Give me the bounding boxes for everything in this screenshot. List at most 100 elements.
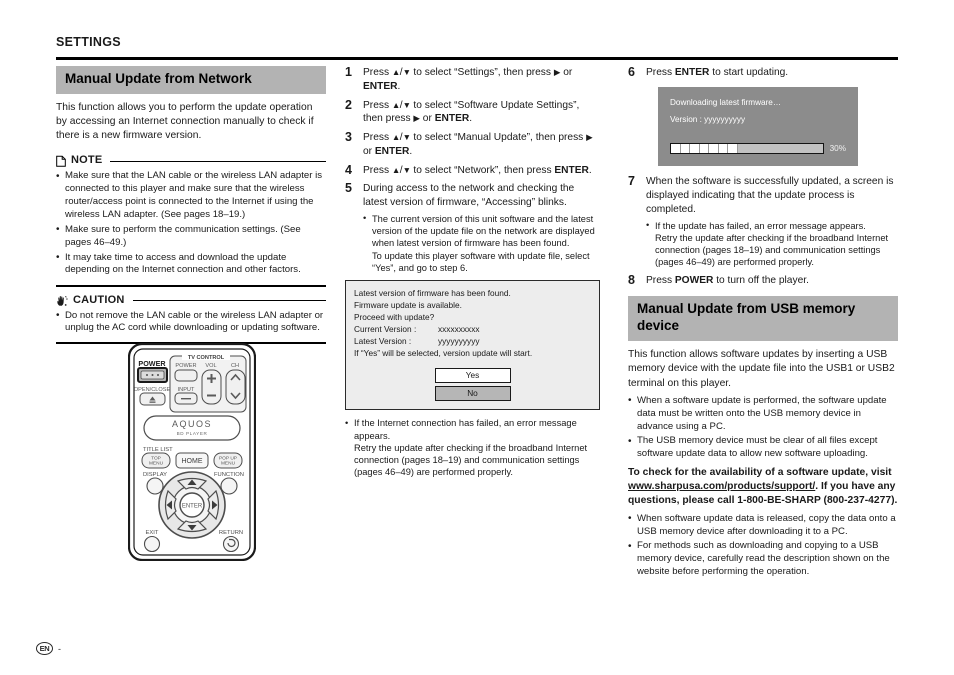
progress-segment (680, 144, 690, 154)
step-text: Press ▲/▼ to select “Software Update Set… (363, 99, 580, 125)
page-title: SETTINGS (56, 35, 121, 49)
sharpusa-support-link[interactable]: www.sharpusa.com/products/support/ (628, 481, 815, 492)
list-item: If the Internet connection has failed, a… (345, 417, 600, 478)
svg-text:TITLE LIST: TITLE LIST (143, 447, 173, 453)
downloading-firmware-dialog: Downloading latest firmware… Version : y… (658, 86, 858, 167)
step-text: Press ▲/▼ to select “Network”, then pres… (363, 164, 592, 176)
caution-label: CAUTION (73, 293, 125, 306)
note-header: NOTE (56, 154, 326, 168)
step-number: 5 (345, 181, 352, 196)
svg-text:DISPLAY: DISPLAY (143, 472, 167, 478)
usb-bullet-list-1: When a software update is performed, the… (628, 394, 898, 461)
section-heading-network: Manual Update from Network (56, 66, 326, 94)
availability-paragraph: To check for the availability of a softw… (628, 466, 898, 509)
step-8: 8 Press POWER to turn off the player. (628, 273, 898, 288)
yes-button[interactable]: Yes (434, 368, 511, 384)
svg-text:RETURN: RETURN (219, 530, 243, 536)
list-item: For methods such as downloading and copy… (628, 540, 898, 579)
progress-segment (690, 144, 700, 154)
caution-rule (132, 299, 326, 302)
left-column: Manual Update from Network This function… (56, 66, 326, 344)
list-item: The current version of this unit softwar… (363, 212, 600, 274)
latest-version-label: Latest Version : (354, 336, 412, 347)
list-item: When software update data is released, c… (628, 512, 898, 539)
language-badge: EN (36, 642, 53, 655)
availability-pre-text: To check for the availability of a softw… (628, 467, 892, 479)
bullet-text: The current version of this unit softwar… (372, 213, 595, 249)
list-item: When a software update is performed, the… (628, 394, 898, 434)
progress-segment (699, 144, 709, 154)
page-number: - (58, 643, 61, 654)
current-version-value: xxxxxxxxxx (438, 324, 480, 335)
progress-segment (718, 144, 728, 154)
svg-text:POWER: POWER (138, 359, 166, 368)
usb-bullet-list-2: When software update data is released, c… (628, 512, 898, 579)
caution-hand-icon (56, 294, 68, 306)
dialog-line-1: Latest version of firmware has been foun… (354, 288, 511, 299)
progress-row: 30% (670, 143, 846, 155)
firmware-update-dialog: Latest version of firmware has been foun… (345, 280, 600, 411)
step-text: Press ENTER to start updating. (646, 67, 789, 78)
list-item: If the update has failed, an error messa… (646, 219, 898, 269)
note-label: NOTE (71, 154, 103, 167)
step-text: When the software is successfully update… (646, 175, 898, 268)
step-text: Press ▲/▼ to select “Settings”, then pre… (363, 67, 573, 92)
step-6: 6 Press ENTER to start updating. (628, 65, 898, 80)
downloading-line: Downloading latest firmware… (670, 97, 782, 107)
svg-text:BD PLAYER: BD PLAYER (177, 431, 208, 436)
step-number: 6 (628, 65, 635, 79)
step-4: 4 Press ▲/▼ to select “Network”, then pr… (345, 162, 600, 178)
version-value: yyyyyyyyyy (704, 115, 746, 125)
list-item: Make sure that the LAN cable or the wire… (56, 170, 326, 221)
progress-percent: 30% (829, 144, 846, 154)
note-bullet-list: Make sure that the LAN cable or the wire… (56, 170, 326, 277)
dialog-buttons: Yes No (354, 368, 591, 402)
note-rule (110, 160, 326, 163)
bullet-text-cont: Retry the update after checking if the b… (655, 232, 889, 268)
step-5-main-text: During access to the network and checkin… (363, 183, 575, 209)
progress-segment (728, 144, 738, 154)
step-number: 4 (345, 162, 352, 177)
middle-column: 1 Press ▲/▼ to select “Settings”, then p… (345, 65, 600, 479)
svg-text:POWER: POWER (175, 363, 196, 369)
section-heading-usb: Manual Update from USB memory device (628, 296, 898, 342)
latest-version-row: Latest Version : yyyyyyyyyy (354, 335, 591, 347)
svg-text:VOL: VOL (205, 363, 216, 369)
no-button[interactable]: No (434, 386, 511, 402)
svg-text:AQUOS: AQUOS (172, 419, 212, 429)
bullet-text: If the Internet connection has failed, a… (354, 418, 577, 441)
bullet-text: If the update has failed, an error messa… (655, 220, 866, 231)
after-dialog-bullets: If the Internet connection has failed, a… (345, 417, 600, 478)
step-text: Press POWER to turn off the player. (646, 274, 809, 286)
download-version-row: Version : yyyyyyyyyy (670, 114, 846, 126)
step-number: 1 (345, 65, 352, 79)
step-text: During access to the network and checkin… (363, 182, 600, 274)
dialog-line-3: Proceed with update? (354, 312, 435, 323)
current-version-row: Current Version : xxxxxxxxxx (354, 323, 591, 335)
svg-text:TV CONTROL: TV CONTROL (188, 355, 225, 361)
page-footer: EN - (36, 642, 61, 655)
step-7-bullets: If the update has failed, an error messa… (646, 219, 898, 269)
latest-version-value: yyyyyyyyyy (438, 336, 480, 347)
step-7: 7 When the software is successfully upda… (628, 174, 898, 268)
caution-header: CAUTION (56, 294, 326, 306)
step-3: 3 Press ▲/▼ to select “Manual Update”, t… (345, 130, 600, 159)
step-1: 1 Press ▲/▼ to select “Settings”, then p… (345, 65, 600, 94)
network-intro-text: This function allows you to perform the … (56, 101, 314, 142)
note-page-icon (56, 154, 66, 168)
step-list-network: 1 Press ▲/▼ to select “Settings”, then p… (345, 65, 600, 274)
svg-text:HOME: HOME (182, 458, 203, 465)
list-item: Make sure to perform the communication s… (56, 223, 326, 250)
svg-text:CH: CH (231, 363, 239, 369)
progress-segment (709, 144, 719, 154)
step-2: 2 Press ▲/▼ to select “Software Update S… (345, 98, 600, 127)
bullet-text-cont: To update this player software with upda… (372, 250, 590, 273)
svg-text:INPUT: INPUT (178, 387, 195, 393)
right-column: 6 Press ENTER to start updating. Downloa… (628, 65, 898, 579)
remote-control-illustration: TV CONTROL POWER OPEN/CLOSE POWER INPUT … (127, 342, 257, 566)
progress-bar (670, 143, 824, 155)
step-5: 5 During access to the network and check… (345, 181, 600, 274)
svg-text:OPEN/CLOSE: OPEN/CLOSE (134, 387, 171, 393)
step-text: Press ▲/▼ to select “Manual Update”, the… (363, 132, 593, 157)
svg-text:EXIT: EXIT (146, 530, 159, 536)
